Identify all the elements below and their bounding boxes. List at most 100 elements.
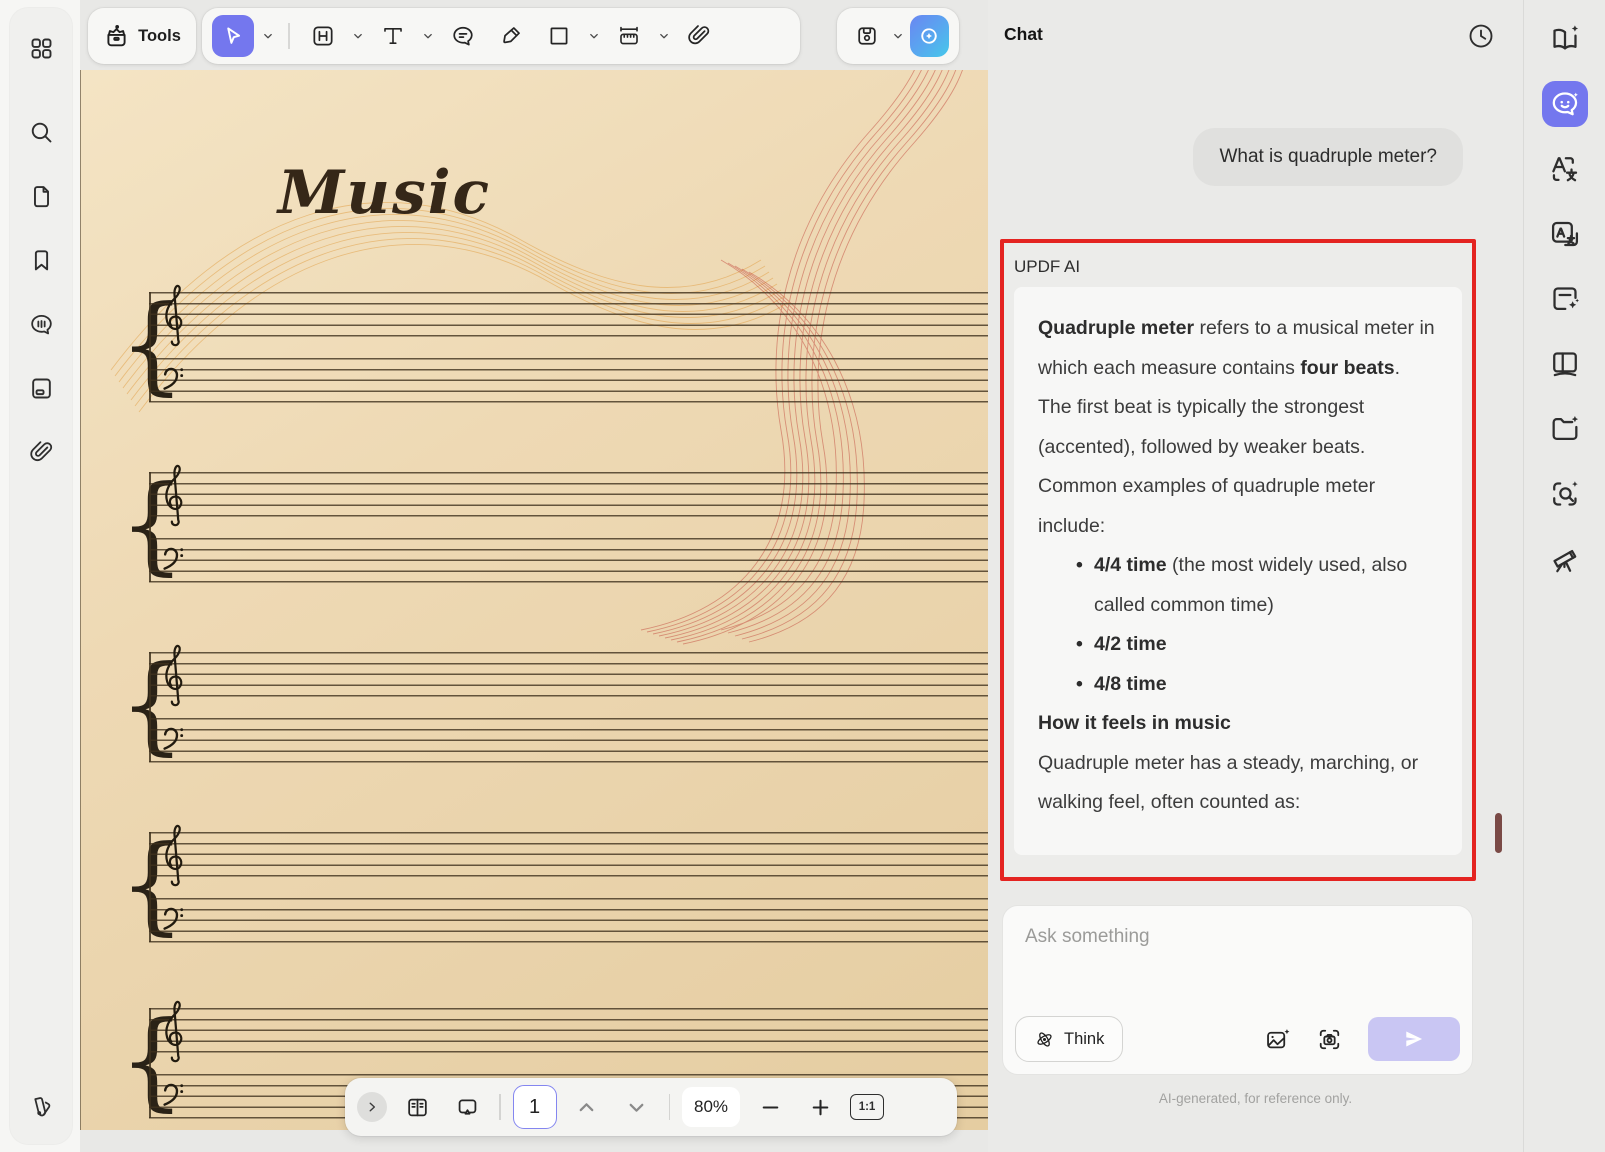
app-window: Tools Music {{{{{1 80% 1:1 Chat Wha… [0, 0, 1605, 1152]
bookmark-icon[interactable] [21, 240, 61, 280]
response-heading: How it feels in music [1038, 712, 1231, 734]
atom-icon [1037, 1031, 1052, 1047]
attachments-icon[interactable] [21, 432, 61, 472]
two-page-view-icon[interactable] [397, 1087, 437, 1127]
clock-icon[interactable] [1463, 18, 1499, 54]
cursor-chevron-down-icon[interactable] [260, 28, 276, 44]
measure-chevron-down-icon[interactable] [656, 28, 672, 44]
user-message: What is quadruple meter? [1193, 128, 1463, 186]
page-down-icon[interactable] [617, 1087, 657, 1127]
bullet-item: 4/8 time [1076, 665, 1438, 705]
attach-icon[interactable] [678, 15, 720, 57]
treble-clef [165, 824, 183, 887]
page-controls-bar: 1 80% 1:1 [345, 1078, 957, 1136]
right-sidebar [1523, 0, 1605, 1152]
zoom-level[interactable]: 80% [682, 1087, 740, 1127]
select-cursor-icon[interactable] [212, 15, 254, 57]
staff-system: { [113, 462, 988, 586]
ai-chat-icon[interactable] [1541, 81, 1588, 127]
response-paragraph: Common examples of quadruple meter inclu… [1038, 475, 1376, 537]
slideshow-icon[interactable] [21, 368, 61, 408]
toolbar-divider [288, 23, 290, 49]
ai-search-icon[interactable] [1542, 471, 1588, 517]
treble-clef [165, 1000, 183, 1063]
edit-tools-group [202, 8, 800, 64]
treble-staff [149, 472, 988, 517]
zoom-in-icon[interactable] [800, 1087, 840, 1127]
staff-system: { [113, 642, 988, 766]
bass-clef [163, 907, 184, 930]
staff-system: { [113, 822, 988, 946]
ask-input[interactable] [1003, 906, 1472, 1014]
swatches-icon[interactable] [21, 1086, 61, 1126]
reading-mode-icon[interactable] [1542, 341, 1588, 387]
chat-input-card: Think [1002, 905, 1473, 1075]
bass-clef [163, 367, 184, 390]
treble-clef [165, 284, 183, 347]
thumbnails-icon[interactable] [21, 176, 61, 216]
left-sidebar [10, 8, 72, 1144]
translate-doc-icon[interactable] [1542, 211, 1588, 257]
telescope-icon[interactable] [1542, 536, 1588, 582]
bar-divider [499, 1094, 501, 1120]
response-bold: four beats [1300, 356, 1395, 379]
expand-chevron-icon[interactable] [357, 1092, 387, 1122]
ai-folder-icon[interactable] [1542, 406, 1588, 452]
measure-icon[interactable] [608, 15, 650, 57]
actual-size-icon[interactable]: 1:1 [850, 1094, 884, 1120]
shape-chevron-down-icon[interactable] [586, 28, 602, 44]
chat-scrollbar-thumb[interactable] [1495, 813, 1502, 853]
save-chevron-down-icon[interactable] [890, 28, 905, 44]
highlighter-icon[interactable] [490, 15, 532, 57]
shape-square-icon[interactable] [538, 15, 580, 57]
updf-ai-icon[interactable] [909, 15, 950, 57]
response-bullet-list: 4/4 time (the most widely used, also cal… [1038, 546, 1438, 704]
tools-group: Tools [88, 8, 196, 64]
page-number-input[interactable]: 1 [512, 1085, 557, 1129]
treble-clef [165, 644, 183, 707]
text-chevron-down-icon[interactable] [420, 28, 436, 44]
response-paragraph: Quadruple meter has a steady, marching, … [1038, 751, 1419, 814]
staff-system: { [113, 282, 988, 406]
bass-clef [163, 1083, 184, 1106]
bass-clef [163, 727, 184, 750]
ai-note-icon[interactable] [1542, 276, 1588, 322]
treble-staff [149, 292, 988, 337]
send-button[interactable] [1368, 1017, 1460, 1061]
send-icon [1406, 1031, 1423, 1047]
heading-icon[interactable] [302, 15, 344, 57]
heading-chevron-down-icon[interactable] [350, 28, 366, 44]
chat-title: Chat [1004, 24, 1043, 44]
response-bold: Quadruple meter [1038, 317, 1195, 339]
add-image-icon[interactable] [1260, 1022, 1294, 1056]
translate-text-icon[interactable] [1542, 146, 1588, 192]
bar-divider [668, 1094, 670, 1120]
bass-staff [149, 898, 988, 943]
save-icon[interactable] [847, 15, 886, 57]
bullet-item: 4/2 time [1076, 625, 1438, 665]
bass-staff [149, 718, 988, 763]
comments-icon[interactable] [21, 304, 61, 344]
think-label: Think [1064, 1029, 1105, 1048]
page-up-icon[interactable] [567, 1087, 607, 1127]
document-title: Music [277, 158, 492, 228]
comment-icon[interactable] [442, 15, 484, 57]
toolbox-icon [103, 23, 130, 50]
zoom-out-icon[interactable] [750, 1087, 790, 1127]
bullet-item: 4/4 time (the most widely used, also cal… [1076, 546, 1438, 625]
bass-staff [149, 538, 988, 583]
tools-button[interactable]: Tools [138, 27, 181, 46]
presentation-icon[interactable] [447, 1087, 487, 1127]
think-button[interactable]: Think [1015, 1016, 1124, 1062]
chat-panel: Chat What is quadruple meter? UPDF AI Qu… [988, 0, 1523, 1152]
ai-read-book-icon[interactable] [1542, 16, 1588, 62]
screenshot-icon[interactable] [1312, 1022, 1346, 1056]
search-icon[interactable] [21, 112, 61, 152]
treble-clef [165, 464, 183, 527]
chat-header: Chat [988, 0, 1523, 64]
treble-staff [149, 1008, 988, 1053]
text-icon[interactable] [372, 15, 414, 57]
apps-grid-icon[interactable] [21, 28, 61, 68]
main-column: Tools Music {{{{{1 80% 1:1 [80, 0, 988, 1152]
save-group [837, 8, 959, 64]
